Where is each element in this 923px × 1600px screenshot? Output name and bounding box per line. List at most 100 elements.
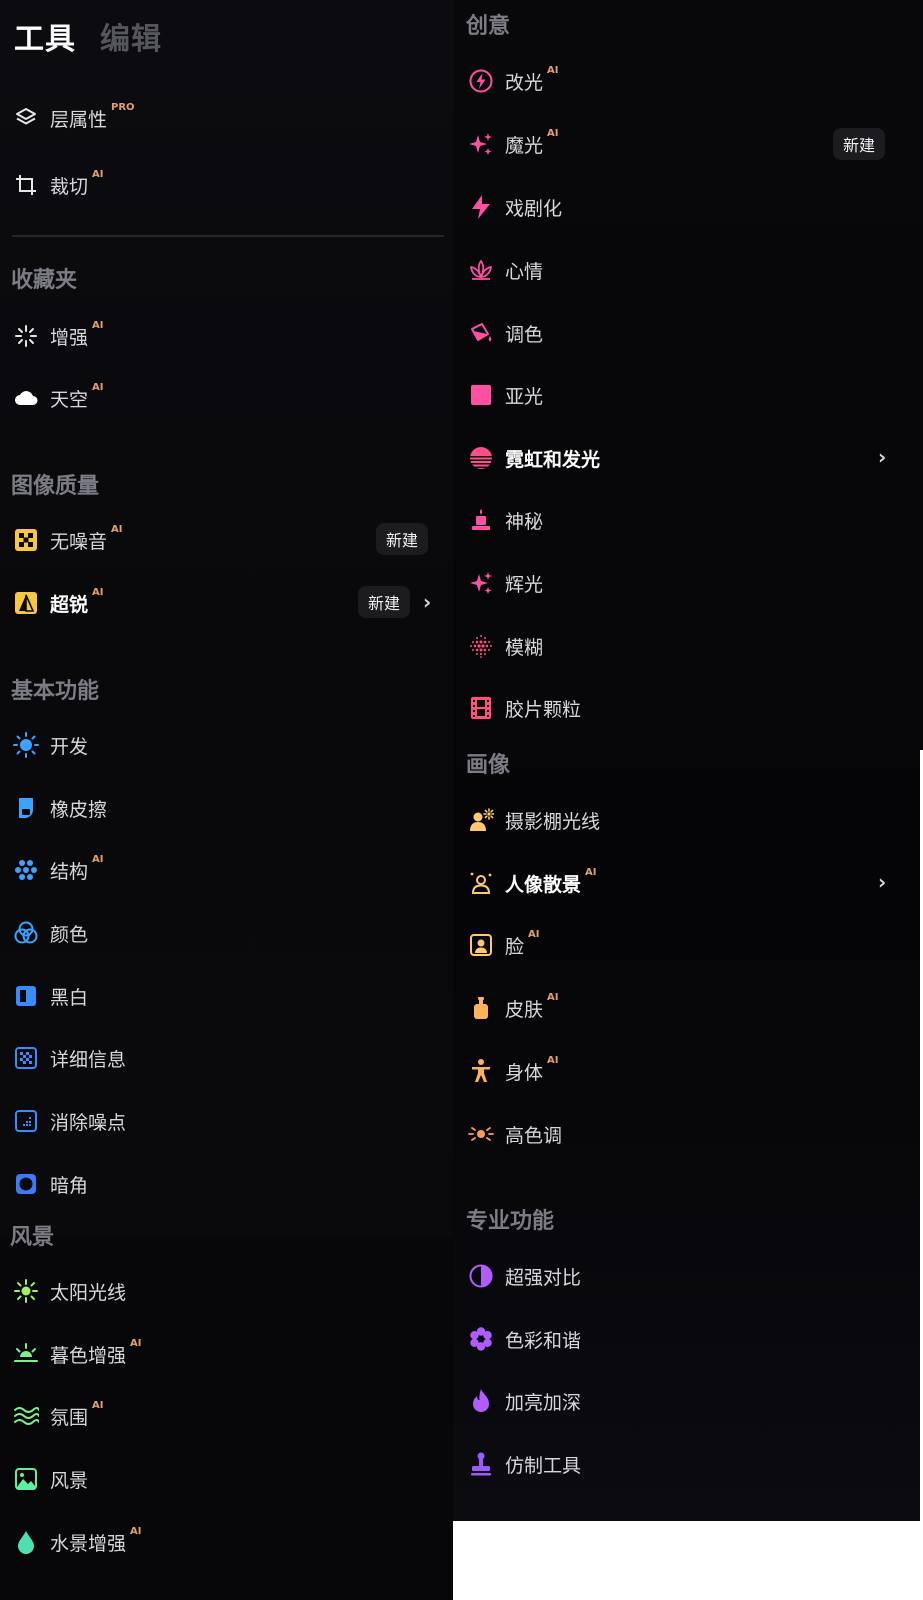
tool-magic-light[interactable]: 魔光 AI	[467, 124, 558, 164]
tool-denoise[interactable]: 消除噪点	[12, 1101, 126, 1141]
tool-label: 摄影棚光线	[505, 810, 601, 833]
body-icon	[467, 1057, 495, 1085]
tool-landscape[interactable]: 风景	[12, 1459, 88, 1499]
tool-super-contrast[interactable]: 超强对比	[467, 1256, 581, 1296]
section-divider	[12, 235, 444, 237]
tool-mood[interactable]: 心情	[467, 250, 543, 290]
tool-label: 模糊	[505, 636, 544, 659]
section-title-quality: 图像质量	[11, 474, 100, 499]
ai-badge: AI	[92, 169, 104, 180]
mystic-icon	[467, 506, 495, 534]
tool-details[interactable]: 详细信息	[12, 1038, 126, 1078]
chevron-right-icon[interactable]: ›	[423, 590, 431, 614]
tool-studio-light[interactable]: 摄影棚光线	[467, 800, 600, 840]
new-badge-button[interactable]: 新建	[358, 586, 411, 618]
tool-label: 氛围	[50, 1406, 89, 1429]
ai-badge: AI	[547, 128, 559, 139]
ai-badge: AI	[585, 867, 597, 878]
tool-neon-glow[interactable]: 霓虹和发光	[467, 438, 600, 478]
tool-high-key[interactable]: 高色调	[467, 1114, 562, 1154]
tool-blur[interactable]: 模糊	[467, 626, 543, 666]
tool-label: 开发	[50, 735, 89, 758]
tool-sky[interactable]: 天空 AI	[12, 378, 103, 418]
new-badge-button[interactable]: 新建	[376, 523, 429, 555]
chevron-right-icon[interactable]: ›	[878, 445, 886, 469]
ai-badge: AI	[130, 1338, 142, 1349]
tool-crop[interactable]: 裁切 AI	[12, 165, 103, 205]
tool-label: 详细信息	[50, 1048, 127, 1071]
tool-label: 心情	[505, 260, 544, 283]
sun-icon	[12, 731, 40, 759]
blank-area	[453, 1521, 923, 1600]
tool-label: 暮色增强	[50, 1344, 127, 1367]
tool-dodge-burn[interactable]: 加亮加深	[467, 1381, 581, 1421]
tab-edit[interactable]: 编辑	[100, 14, 162, 58]
pro-badge: PRO	[111, 102, 135, 113]
tool-sunset[interactable]: 暮色增强 AI	[12, 1334, 141, 1374]
crop-icon	[12, 171, 40, 199]
denoise-icon	[12, 1107, 40, 1135]
tool-label: 脸	[505, 935, 525, 958]
tool-label: 黑白	[50, 986, 89, 1009]
sunset-icon	[12, 1340, 40, 1368]
tool-black-white[interactable]: 黑白	[12, 976, 88, 1016]
tool-color[interactable]: 颜色	[12, 913, 88, 953]
tool-eraser[interactable]: 橡皮擦	[12, 788, 107, 828]
neon-icon	[467, 444, 495, 472]
tool-label: 裁切	[50, 175, 89, 198]
tool-face[interactable]: 脸 AI	[467, 925, 539, 965]
tool-color-harmony[interactable]: 色彩和谐	[467, 1319, 581, 1359]
tool-noiseless[interactable]: 无噪音 AI	[12, 520, 122, 560]
ai-badge: AI	[130, 1526, 142, 1537]
tool-vignette[interactable]: 暗角	[12, 1164, 88, 1204]
tool-skin[interactable]: 皮肤 AI	[467, 988, 558, 1028]
new-badge-button[interactable]: 新建	[833, 128, 886, 160]
paint-bucket-icon	[467, 319, 495, 347]
ai-badge: AI	[111, 524, 123, 535]
noiseless-icon	[12, 526, 40, 554]
studio-light-icon	[467, 806, 495, 834]
layers-icon	[12, 104, 40, 132]
tool-label: 加亮加深	[505, 1391, 582, 1414]
tool-clone-stamp[interactable]: 仿制工具	[467, 1444, 581, 1484]
tool-matte[interactable]: 亚光	[467, 375, 543, 415]
ai-badge: AI	[92, 587, 104, 598]
cloud-icon	[12, 384, 40, 412]
tool-portrait-bokeh[interactable]: 人像散景 AI	[467, 863, 596, 903]
tool-label: 戏剧化	[505, 197, 563, 220]
tool-body[interactable]: 身体 AI	[467, 1051, 558, 1091]
tool-label: 暗角	[50, 1174, 89, 1197]
section-title-portrait: 画像	[466, 753, 511, 778]
glow-sparkle-icon	[467, 569, 495, 597]
tool-water[interactable]: 水景增强 AI	[12, 1522, 141, 1562]
color-circles-icon	[12, 919, 40, 947]
tab-tools[interactable]: 工具	[14, 14, 76, 58]
tool-film-grain[interactable]: 胶片颗粒	[467, 688, 581, 728]
tool-label: 胶片颗粒	[505, 698, 582, 721]
tool-label: 层属性	[50, 108, 108, 131]
top-tabs: 工具 编辑	[14, 14, 162, 58]
tool-develop[interactable]: 开发	[12, 725, 88, 765]
section-title-pro: 专业功能	[466, 1209, 555, 1234]
tool-layer-properties[interactable]: 层属性 PRO	[12, 98, 135, 138]
ai-badge: AI	[528, 929, 540, 940]
tool-label: 橡皮擦	[50, 798, 108, 821]
section-title-landscape: 风景	[10, 1225, 55, 1250]
chevron-right-icon[interactable]: ›	[878, 870, 886, 894]
tool-relight[interactable]: 改光 AI	[467, 61, 558, 101]
magic-light-icon	[467, 130, 495, 158]
tool-color-grading[interactable]: 调色	[467, 313, 543, 353]
tool-mystic[interactable]: 神秘	[467, 500, 543, 540]
tool-glow[interactable]: 辉光	[467, 563, 543, 603]
tool-atmosphere[interactable]: 氛围 AI	[12, 1396, 103, 1436]
tool-dramatic[interactable]: 戏剧化	[467, 187, 562, 227]
tool-label: 皮肤	[505, 998, 544, 1021]
high-key-icon	[467, 1120, 495, 1148]
tool-supersharp[interactable]: 超锐 AI	[12, 583, 103, 623]
tool-sunrays[interactable]: 太阳光线	[12, 1271, 126, 1311]
section-title-favorites: 收藏夹	[11, 268, 78, 293]
tool-structure[interactable]: 结构 AI	[12, 850, 103, 890]
tool-enhance[interactable]: 增强 AI	[12, 316, 103, 356]
ai-badge: AI	[547, 65, 559, 76]
sparkle-burst-icon	[12, 322, 40, 350]
